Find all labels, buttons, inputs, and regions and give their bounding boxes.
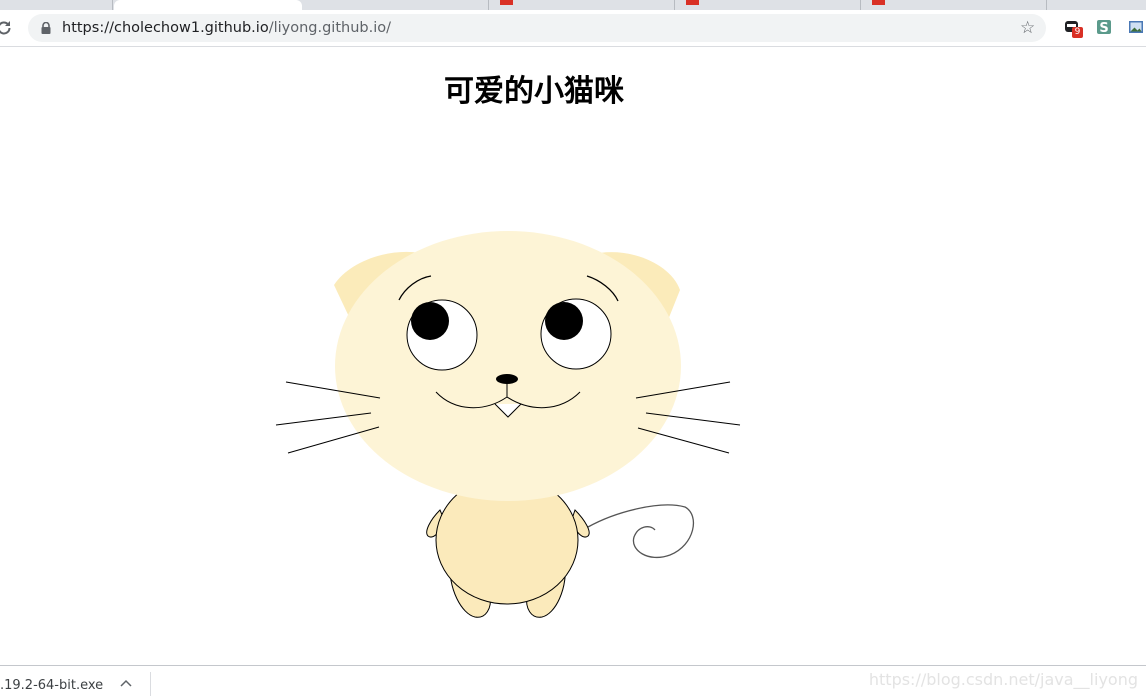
tab-6[interactable] <box>860 0 1047 10</box>
image-extension-icon[interactable] <box>1128 19 1146 37</box>
bookmark-star-icon[interactable]: ☆ <box>1020 19 1035 37</box>
watermark: https://blog.csdn.net/java__liyong <box>868 670 1138 689</box>
lock-icon[interactable] <box>41 22 51 34</box>
reload-icon[interactable] <box>0 18 14 38</box>
cat-nose <box>496 374 518 384</box>
s-extension-glyph-icon: S <box>1097 20 1111 36</box>
cat-left-pupil <box>411 302 449 340</box>
extension-badge-icon[interactable]: 9 <box>1064 19 1083 38</box>
address-bar[interactable]: https://cholechow1.github.io/liyong.gith… <box>28 14 1046 42</box>
tab-active[interactable] <box>114 0 302 10</box>
tab-strip <box>0 0 1146 10</box>
url-host: https://cholechow1.github.io <box>62 20 269 36</box>
image-extension-glyph-icon <box>1129 21 1143 33</box>
s-extension-icon[interactable]: S <box>1096 19 1114 37</box>
cat-head <box>335 231 681 501</box>
browser-toolbar: https://cholechow1.github.io/liyong.gith… <box>0 10 1146 47</box>
cat-right-pupil <box>545 302 583 340</box>
tab-favicon-icon <box>872 0 885 5</box>
cat-illustration <box>275 231 741 618</box>
tab-3[interactable] <box>304 0 489 10</box>
download-file-name[interactable]: .19.2-64-bit.exe <box>0 678 103 693</box>
tab-previous[interactable] <box>0 0 113 10</box>
download-divider <box>150 672 151 696</box>
cat-tail <box>587 504 694 559</box>
tab-4[interactable] <box>488 0 675 10</box>
chevron-up-icon[interactable] <box>120 678 132 688</box>
extension-badge-count: 9 <box>1072 27 1083 38</box>
download-shelf: .19.2-64-bit.exe https://blog.csdn.net/j… <box>0 665 1146 698</box>
url-text[interactable]: https://cholechow1.github.io/liyong.gith… <box>62 19 391 37</box>
tab-favicon-icon <box>686 0 699 5</box>
url-path: /liyong.github.io/ <box>268 20 391 36</box>
tab-favicon-icon <box>500 0 513 5</box>
tab-5[interactable] <box>674 0 861 10</box>
svg-text:S: S <box>1099 21 1108 35</box>
page-content: 可爱的小猫咪 <box>0 47 1146 665</box>
